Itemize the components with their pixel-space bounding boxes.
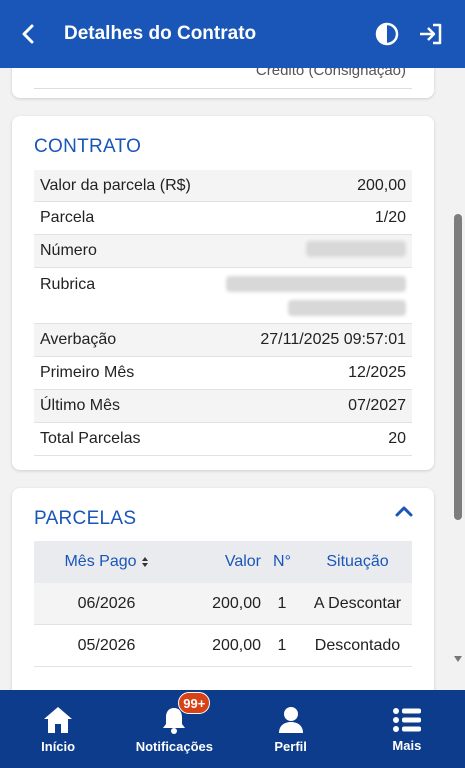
summary-card: Crédito (Consignação) (12, 68, 434, 98)
installments-table: Mês Pago Valor N° Situação 06/2026 200,0… (34, 541, 412, 667)
table-row: 05/2026 200,00 1 Descontado (34, 625, 412, 667)
bottom-navigation: Início 99+ Notificações Perfil Mais (0, 690, 465, 768)
home-icon (44, 706, 73, 733)
detail-row: Último Mês 07/2027 (34, 390, 412, 423)
nav-label: Notificações (135, 738, 214, 754)
summary-tail-text: Crédito (Consignação) (255, 68, 406, 79)
cell-value: 200,00 (212, 636, 261, 654)
logout-button[interactable] (409, 0, 453, 68)
installments-card: PARCELAS Mês Pago Valor N° Situação 06/2… (12, 488, 434, 690)
app-bar: Detalhes do Contrato (0, 0, 465, 68)
detail-label: Primeiro Mês (40, 364, 135, 381)
logout-icon (420, 23, 442, 45)
detail-row: Parcela 1/20 (34, 202, 412, 235)
table-row: 06/2026 200,00 1 A Descontar (34, 583, 412, 625)
collapse-button[interactable] (394, 504, 414, 523)
scrollbar[interactable] (451, 68, 465, 668)
nav-label: Perfil (274, 738, 307, 754)
detail-value: 20 (388, 430, 406, 447)
detail-label: Último Mês (40, 397, 121, 414)
cell-month: 05/2026 (77, 636, 136, 654)
detail-value: 12/2025 (348, 364, 406, 381)
detail-row: Primeiro Mês 12/2025 (34, 357, 412, 390)
table-header: Mês Pago Valor N° Situação (34, 541, 412, 583)
contrast-toggle-button[interactable] (365, 0, 409, 68)
detail-label: Total Parcelas (40, 430, 141, 447)
column-header-number: N° (273, 553, 291, 570)
redacted-value (306, 240, 406, 262)
back-button[interactable] (0, 0, 56, 68)
page-title: Detalhes do Contrato (64, 23, 257, 44)
chevron-up-icon (395, 506, 413, 517)
detail-value: 27/11/2025 09:57:01 (260, 331, 406, 348)
detail-value: 200,00 (357, 176, 406, 194)
contract-section-title: CONTRATO (34, 136, 142, 157)
nav-item-more[interactable]: Mais (349, 690, 465, 768)
detail-label: Valor da parcela (R$) (40, 176, 191, 194)
column-header-month[interactable]: Mês Pago (34, 553, 179, 571)
menu-list-icon (392, 707, 421, 732)
detail-row: Averbação 27/11/2025 09:57:01 (34, 324, 412, 357)
cell-value: 200,00 (212, 594, 261, 612)
back-arrow-icon (22, 24, 34, 44)
cell-number: 1 (277, 636, 287, 654)
nav-item-home[interactable]: Início (0, 690, 116, 768)
contract-card: CONTRATO Valor da parcela (R$) 200,00 Pa… (12, 116, 434, 470)
nav-item-profile[interactable]: Perfil (233, 690, 349, 768)
detail-label: Número (40, 242, 97, 259)
detail-row: Rubrica (34, 268, 412, 324)
contrast-icon (375, 22, 399, 46)
cell-month: 06/2026 (77, 594, 136, 612)
scrollbar-thumb[interactable] (454, 214, 462, 520)
detail-value: 1/20 (374, 209, 406, 226)
column-header-value: Valor (224, 553, 261, 570)
user-icon (278, 706, 303, 733)
cell-status: A Descontar (313, 594, 402, 612)
nav-item-notifications[interactable]: 99+ Notificações (116, 690, 232, 768)
divider (34, 88, 412, 89)
sort-icon (141, 557, 148, 567)
detail-row: Número (34, 235, 412, 268)
detail-label: Parcela (40, 209, 95, 226)
detail-label: Rubrica (40, 276, 96, 293)
column-header-status: Situação (326, 553, 389, 570)
detail-label: Averbação (40, 331, 117, 348)
content-area[interactable]: Crédito (Consignação) CONTRATO Valor da … (0, 68, 465, 690)
cell-number: 1 (277, 594, 287, 612)
installments-section-title: PARCELAS (34, 508, 137, 529)
column-label: Mês Pago (64, 553, 137, 570)
redacted-value (226, 276, 406, 323)
detail-value: 07/2027 (348, 397, 406, 414)
cell-status: Descontado (314, 636, 401, 654)
scroll-down-arrow[interactable] (454, 656, 462, 662)
notification-badge: 99+ (178, 692, 211, 714)
detail-row: Total Parcelas 20 (34, 423, 412, 456)
contract-details-list: Valor da parcela (R$) 200,00 Parcela 1/2… (34, 170, 412, 456)
nav-label: Mais (392, 737, 422, 753)
detail-row: Valor da parcela (R$) 200,00 (34, 170, 412, 202)
nav-label: Início (41, 738, 76, 754)
